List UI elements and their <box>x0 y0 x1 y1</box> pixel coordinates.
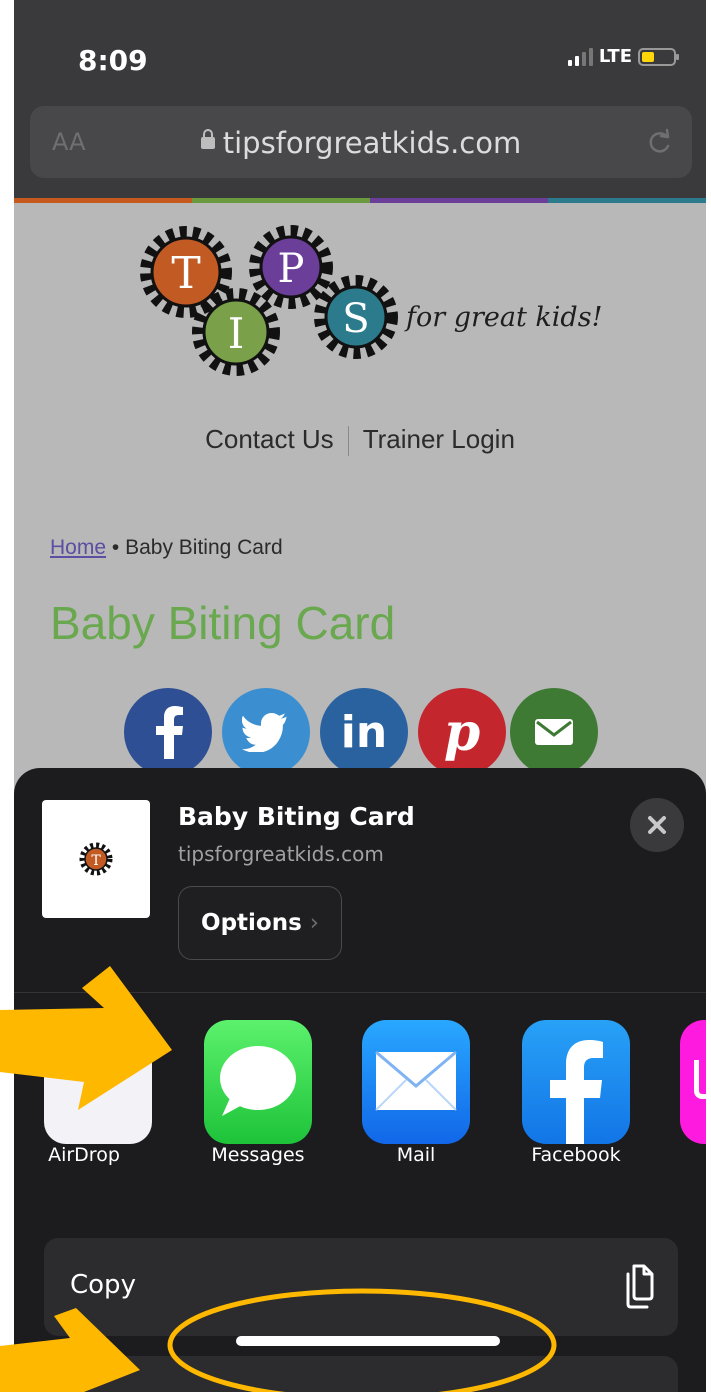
site-nav: Contact Us Trainer Login <box>14 424 706 457</box>
url-display[interactable]: tipsforgreatkids.com <box>30 126 692 160</box>
home-indicator[interactable] <box>236 1336 500 1346</box>
page-title: Baby Biting Card <box>50 597 396 649</box>
facebook-app-icon <box>550 1040 603 1144</box>
nav-separator <box>347 426 349 457</box>
phone-screen: 8:09 LTE AA tipsforgreatkids.com T I P S… <box>14 0 706 1392</box>
email-icon[interactable] <box>510 688 598 776</box>
partial-app[interactable] <box>680 1020 706 1144</box>
twitter-icon[interactable] <box>222 688 310 776</box>
color-stripe-teal <box>548 198 706 203</box>
status-indicators: LTE <box>567 46 679 67</box>
chevron-right-icon: › <box>309 910 319 936</box>
cellular-signal-icon <box>567 47 593 66</box>
color-stripe-green <box>192 198 370 203</box>
copy-icon <box>626 1264 654 1309</box>
address-bar[interactable]: AA tipsforgreatkids.com <box>30 106 692 178</box>
browser-chrome: 8:09 LTE AA tipsforgreatkids.com <box>14 0 706 198</box>
options-label: Options <box>201 910 302 936</box>
svg-text:S: S <box>342 296 369 342</box>
page-thumbnail: T <box>42 800 150 918</box>
breadcrumb-current: Baby Biting Card <box>125 536 283 559</box>
gear-i: I <box>192 288 280 376</box>
app-label-facebook: Facebook <box>531 1144 621 1166</box>
facebook-icon[interactable] <box>124 688 212 776</box>
svg-text:P: P <box>278 246 305 292</box>
svg-text:T: T <box>171 248 200 299</box>
color-stripe-orange <box>14 198 192 203</box>
logo-thumbnail-icon: T <box>79 842 113 876</box>
svg-text:T: T <box>91 853 101 869</box>
share-subtitle: tipsforgreatkids.com <box>178 842 384 866</box>
breadcrumb-home-link[interactable]: Home <box>50 536 106 559</box>
gear-s: S <box>314 275 398 359</box>
url-text: tipsforgreatkids.com <box>222 126 522 160</box>
app-label-airdrop: AirDrop <box>48 1144 120 1166</box>
airdrop-app[interactable] <box>44 1052 152 1144</box>
network-type: LTE <box>598 46 632 67</box>
messages-icon <box>220 1046 296 1116</box>
reload-icon[interactable] <box>646 128 674 156</box>
logo-tagline: for great kids! <box>404 302 602 333</box>
gear-p: P <box>249 225 333 309</box>
close-icon <box>648 816 666 834</box>
breadcrumb-separator: • <box>111 536 120 559</box>
lock-icon <box>200 129 215 149</box>
options-button[interactable]: Options › <box>178 886 342 960</box>
pinterest-icon[interactable]: p <box>418 688 506 776</box>
color-stripe-purple <box>370 198 548 203</box>
trainer-login-link[interactable]: Trainer Login <box>363 424 515 454</box>
app-label-messages: Messages <box>211 1144 305 1166</box>
site-logo[interactable]: T I P S for great kids! <box>136 222 606 382</box>
contact-us-link[interactable]: Contact Us <box>205 424 334 454</box>
mail-app[interactable] <box>362 1020 470 1144</box>
breadcrumb: Home • Baby Biting Card <box>50 536 283 560</box>
facebook-app[interactable] <box>522 1020 630 1144</box>
second-action[interactable] <box>44 1356 678 1392</box>
mail-icon <box>375 1050 457 1111</box>
gear-t: T <box>140 226 232 318</box>
svg-text:I: I <box>228 309 245 358</box>
linkedin-icon[interactable]: in <box>320 688 408 776</box>
battery-icon <box>638 47 679 66</box>
app-label-mail: Mail <box>396 1144 436 1166</box>
share-title: Baby Biting Card <box>178 802 415 831</box>
messages-app[interactable] <box>204 1020 312 1144</box>
status-time: 8:09 <box>78 44 148 77</box>
copy-label: Copy <box>70 1270 136 1300</box>
sheet-divider <box>14 992 706 993</box>
share-sheet: T Baby Biting Card tipsforgreatkids.com … <box>14 768 706 1392</box>
airdrop-icon <box>68 1052 128 1070</box>
copy-action[interactable]: Copy <box>44 1238 678 1336</box>
close-button[interactable] <box>630 798 684 852</box>
